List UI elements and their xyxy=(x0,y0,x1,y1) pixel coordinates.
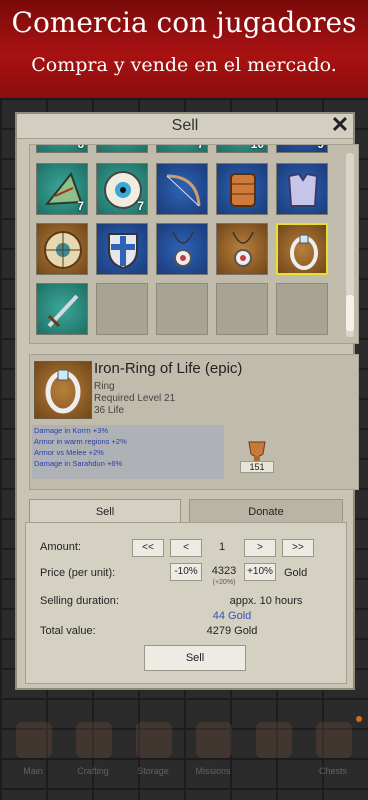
round-shield-icon xyxy=(44,231,82,269)
amount-label: Amount: xyxy=(40,541,81,553)
inventory-slot-round-shield[interactable] xyxy=(36,223,88,275)
amulet-icon xyxy=(232,231,254,267)
inventory-slot-amulet[interactable] xyxy=(156,223,208,275)
price-plus-button[interactable]: +10% xyxy=(244,563,276,581)
bow-icon xyxy=(166,174,201,207)
inventory-slot-empty[interactable] xyxy=(96,283,148,335)
inventory-slot-eye-charm[interactable]: 7 xyxy=(96,163,148,215)
inventory-slot-leather-armor[interactable] xyxy=(216,163,268,215)
sell-button[interactable]: Sell xyxy=(144,645,246,671)
total-label: Total value: xyxy=(40,625,96,637)
item-required-level: Required Level 21 xyxy=(94,393,176,404)
inventory-slot-bow[interactable] xyxy=(156,163,208,215)
inventory-slot[interactable]: 10 xyxy=(216,145,268,153)
sword-icon xyxy=(47,294,79,328)
house-icon xyxy=(16,722,52,758)
banner-title: Comercia con jugadores xyxy=(11,6,357,39)
sell-dialog: Sell ✕ 6 7 10 9 7 7 Iron-Ring of Life (e… xyxy=(15,112,359,690)
duration-label: Selling duration: xyxy=(40,595,119,607)
tab-donate[interactable]: Donate xyxy=(189,499,343,523)
amulet-icon xyxy=(172,231,194,267)
inventory-grid: 6 7 10 9 7 7 xyxy=(29,144,359,344)
amount-first-button[interactable]: << xyxy=(132,539,164,557)
inventory-slot[interactable] xyxy=(96,145,148,153)
dialog-title: Sell xyxy=(171,117,199,134)
chest-icon xyxy=(316,722,352,758)
inventory-slot-scroll-map[interactable]: 7 xyxy=(36,163,88,215)
price-value: 4323 xyxy=(211,565,237,577)
inventory-slot-cross-shield[interactable] xyxy=(96,223,148,275)
inventory-slot-chest-armor[interactable] xyxy=(276,163,328,215)
inventory-slot-amulet[interactable] xyxy=(216,223,268,275)
nav-crafting[interactable]: Crafting xyxy=(64,712,122,792)
nav-storage[interactable]: Storage xyxy=(124,712,182,792)
nav-chests[interactable]: Chests xyxy=(304,712,362,792)
item-bonuses: Damage in Korrn +3% Armor in warm region… xyxy=(32,425,224,479)
price-currency: Gold xyxy=(284,567,308,579)
bonus-line: Armor vs Melee +2% xyxy=(34,448,104,457)
nav-missions[interactable]: Missions xyxy=(184,712,242,792)
amount-next-button[interactable]: > xyxy=(244,539,276,557)
promo-banner: Comercia con jugadores Compra y vende en… xyxy=(0,0,368,98)
inventory-slot-sword[interactable] xyxy=(36,283,88,335)
price-label: Price (per unit): xyxy=(40,567,116,579)
fee-value: 44 Gold xyxy=(212,610,252,622)
ring-icon xyxy=(290,234,318,270)
inventory-slot[interactable]: 6 xyxy=(36,145,88,153)
amount-prev-button[interactable]: < xyxy=(170,539,202,557)
inventory-slot-empty[interactable] xyxy=(216,283,268,335)
price-minus-button[interactable]: -10% xyxy=(170,563,202,581)
duration-value: appx. 10 hours xyxy=(229,595,303,607)
item-name: Iron-Ring of Life (epic) xyxy=(94,360,243,377)
inventory-slot-empty[interactable] xyxy=(276,283,328,335)
bonus-line: Damage in Korrn +3% xyxy=(34,426,108,435)
nav-main[interactable]: Main xyxy=(4,712,62,792)
item-details: Iron-Ring of Life (epic) Ring Required L… xyxy=(29,354,359,490)
bonus-line: Damage in Sarahdun +6% xyxy=(34,459,123,468)
inventory-slot-ring-selected[interactable] xyxy=(276,223,328,275)
inventory-slot[interactable]: 7 xyxy=(156,145,208,153)
item-image xyxy=(34,361,92,419)
bottom-nav: Main Crafting Storage Missions Chests xyxy=(0,712,368,800)
blank-icon xyxy=(256,722,292,758)
bonus-line: Armor in warm regions +2% xyxy=(34,437,127,446)
cross-shield-icon xyxy=(108,233,138,270)
amount-value: 1 xyxy=(218,541,226,553)
sell-form: Amount: << < 1 > >> Price (per unit): -1… xyxy=(25,522,347,684)
nav-blank[interactable] xyxy=(244,712,302,792)
amount-last-button[interactable]: >> xyxy=(282,539,314,557)
ring-icon xyxy=(45,369,81,414)
notification-dot xyxy=(356,716,362,722)
leather-armor-icon xyxy=(230,173,256,207)
dialog-titlebar: Sell ✕ xyxy=(17,114,353,139)
inventory-scroll-thumb[interactable] xyxy=(346,295,354,331)
bag-icon xyxy=(136,722,172,758)
anvil-icon xyxy=(76,722,112,758)
price-percent: (+20%) xyxy=(212,579,236,586)
tab-sell[interactable]: Sell xyxy=(29,499,181,523)
close-icon[interactable]: ✕ xyxy=(329,114,351,137)
item-stat: 36 Life xyxy=(94,405,125,416)
inventory-slot-empty[interactable] xyxy=(156,283,208,335)
chest-armor-icon xyxy=(287,172,319,207)
banner-subtitle: Compra y vende en el mercado. xyxy=(31,54,337,76)
trophy-value: 151 xyxy=(240,461,274,473)
total-value: 4279 Gold xyxy=(206,625,258,637)
inventory-slot[interactable]: 9 xyxy=(276,145,328,153)
item-type: Ring xyxy=(94,381,115,392)
scroll-icon xyxy=(196,722,232,758)
